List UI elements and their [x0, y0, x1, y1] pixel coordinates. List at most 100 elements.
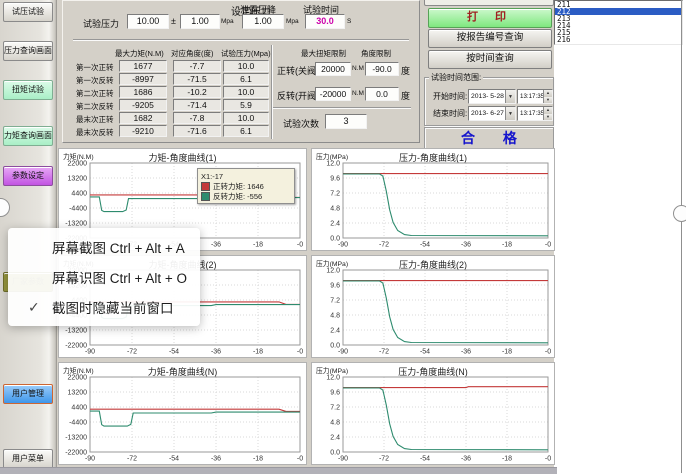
table-cell: -7.8	[173, 112, 221, 124]
row-label: 最末次反转	[76, 127, 114, 138]
sidebar-item-pressure-test[interactable]: 试压试验	[3, 2, 53, 22]
row-label: 最末次正转	[76, 114, 114, 125]
svg-text:4.8: 4.8	[330, 206, 340, 213]
forward-torque-limit-input[interactable]: 20000	[315, 62, 351, 76]
table-cell: 10.0	[223, 112, 269, 124]
query-by-report-button[interactable]: 按报告编号查询	[428, 29, 552, 48]
svg-text:-72: -72	[379, 242, 389, 249]
svg-text:-54: -54	[169, 456, 179, 463]
report-item[interactable]: 213	[555, 15, 682, 22]
forward-torque-swatch-icon	[201, 182, 210, 191]
sidebar-item-user-management[interactable]: 用户管理	[3, 384, 53, 404]
svg-text:-36: -36	[461, 349, 471, 356]
truncated-control	[424, 0, 554, 6]
spinner-arrows-icon[interactable]: ▲▼	[543, 107, 552, 120]
leak-drop-input[interactable]: 1.00	[242, 14, 284, 29]
start-date-value: 2013- 5-28	[469, 93, 505, 100]
svg-text:0.0: 0.0	[330, 236, 340, 243]
start-time-spinner[interactable]: 13:17:35 ▲▼	[517, 89, 553, 104]
print-button[interactable]: 打 印	[428, 8, 552, 28]
svg-text:-0: -0	[545, 242, 551, 249]
chart-plot[interactable]: -90-72-54-36-18-012.09.67.24.82.40.0	[312, 363, 554, 464]
table-cell: -9205	[119, 99, 167, 111]
table-cell: 6.1	[223, 73, 269, 85]
start-date-combo[interactable]: 2013- 5-28 ▼	[468, 89, 516, 104]
reverse-torque-limit-input[interactable]: -20000	[315, 87, 351, 101]
report-listbox[interactable]: 211 212 213 214 215 216	[554, 0, 683, 45]
svg-text:-90: -90	[85, 349, 95, 356]
query-by-time-button[interactable]: 按时间查询	[428, 50, 552, 69]
menu-item-label: 截图时隐藏当前窗口	[52, 297, 174, 317]
sidebar-item-user-menu[interactable]: 用户菜单	[3, 449, 53, 469]
spinner-arrows-icon[interactable]: ▲▼	[543, 90, 552, 103]
chevron-down-icon[interactable]: ▼	[505, 90, 515, 103]
svg-text:-18: -18	[502, 349, 512, 356]
report-item[interactable]: 216	[555, 36, 682, 43]
svg-text:12.0: 12.0	[326, 161, 340, 168]
end-time-spinner[interactable]: 13:17:35 ▲▼	[517, 106, 553, 121]
torque-angle-chart-n: 力矩(N.M) 力矩-角度曲线(N) -90-72-54-36-18-02200…	[58, 362, 307, 465]
svg-text:-54: -54	[169, 349, 179, 356]
svg-text:-0: -0	[545, 456, 551, 463]
table-cell: -10.2	[173, 86, 221, 98]
chart-plot[interactable]: -90-72-54-36-18-022000132004400-4400-132…	[59, 363, 306, 464]
report-item-selected[interactable]: 212	[555, 8, 682, 15]
sidebar-item-torque-test[interactable]: 扭矩试验	[3, 80, 53, 100]
parameters-panel: 设定压力 试验压力 10.00 ± 1.00 Mpa 泄露压降 1.00 Mpa…	[62, 0, 420, 143]
degree-unit-1: 度	[401, 64, 410, 77]
menu-item-screen-capture[interactable]: 屏幕截图 Ctrl + Alt + A	[8, 234, 200, 260]
chevron-down-icon[interactable]: ▼	[505, 107, 515, 120]
seconds-unit: S	[347, 18, 351, 25]
table-cell: -7.7	[173, 60, 221, 72]
chart-plot[interactable]: -90-72-54-36-18-012.09.67.24.82.40.0	[312, 256, 554, 357]
reverse-angle-limit-input[interactable]: 0.0	[365, 87, 399, 101]
svg-text:0.0: 0.0	[330, 343, 340, 350]
menu-item-screen-recognize[interactable]: 屏幕识图 Ctrl + Alt + O	[8, 264, 200, 290]
svg-text:4.8: 4.8	[330, 420, 340, 427]
divider	[271, 45, 273, 139]
svg-text:2.4: 2.4	[330, 435, 340, 442]
end-time-value: 13:17:35	[518, 110, 543, 117]
table-cell: -9210	[119, 125, 167, 137]
forward-angle-limit-input[interactable]: -90.0	[365, 62, 399, 76]
tolerance-input[interactable]: 1.00	[180, 14, 220, 29]
report-item[interactable]: 214	[555, 22, 682, 29]
svg-text:22000: 22000	[68, 161, 88, 168]
start-time-label: 开始时间:	[433, 91, 467, 102]
report-item[interactable]: 211	[555, 1, 682, 8]
svg-text:-0: -0	[297, 349, 303, 356]
svg-text:0.0: 0.0	[330, 450, 340, 457]
test-pressure-input[interactable]: 10.00	[127, 14, 169, 29]
sidebar-item-param-settings[interactable]: 参数设定	[3, 166, 53, 186]
nm-unit-2: N.M	[352, 90, 364, 97]
svg-text:13200: 13200	[68, 176, 88, 183]
reverse-open-label: 反转(开阀)	[277, 89, 319, 102]
end-date-value: 2013- 6-27	[469, 110, 505, 117]
svg-text:4.8: 4.8	[330, 313, 340, 320]
sidebar-item-pressure-query[interactable]: 压力查询画面	[3, 41, 53, 61]
svg-text:7.2: 7.2	[330, 298, 340, 305]
window-right-edge	[681, 0, 682, 473]
test-time-input[interactable]: 30.0	[305, 14, 345, 29]
svg-text:-0: -0	[545, 349, 551, 356]
svg-text:-90: -90	[85, 456, 95, 463]
svg-text:9.6: 9.6	[330, 283, 340, 290]
mpa-unit-1: Mpa	[221, 18, 234, 25]
time-range-group: 试验时间范围: 开始时间: 2013- 5-28 ▼ 13:17:35 ▲▼ 结…	[424, 77, 554, 126]
forward-close-label: 正转(关阀)	[277, 64, 319, 77]
svg-text:-0: -0	[297, 456, 303, 463]
mpa-unit-2: Mpa	[286, 18, 299, 25]
end-date-combo[interactable]: 2013- 6-27 ▼	[468, 106, 516, 121]
row-label: 第二次正转	[76, 88, 114, 99]
chart-plot[interactable]: -90-72-54-36-18-012.09.67.24.82.40.0	[312, 149, 554, 250]
table-cell: -71.5	[173, 73, 221, 85]
pressure-angle-chart-1: 压力(MPa) 压力-角度曲线(1) -90-72-54-36-18-012.0…	[311, 148, 555, 251]
menu-item-hide-window[interactable]: ✓ 截图时隐藏当前窗口	[8, 294, 200, 320]
sidebar-item-torque-query[interactable]: 力矩查询画面	[3, 126, 53, 146]
report-item[interactable]: 215	[555, 29, 682, 36]
test-count-input[interactable]: 3	[325, 114, 367, 129]
right-edge-handle[interactable]	[673, 205, 686, 222]
col-header-angle: 对应角度(度)	[171, 48, 214, 59]
row-label: 第二次反转	[76, 101, 114, 112]
torque-limit-header: 最大扭矩限制	[301, 48, 346, 59]
